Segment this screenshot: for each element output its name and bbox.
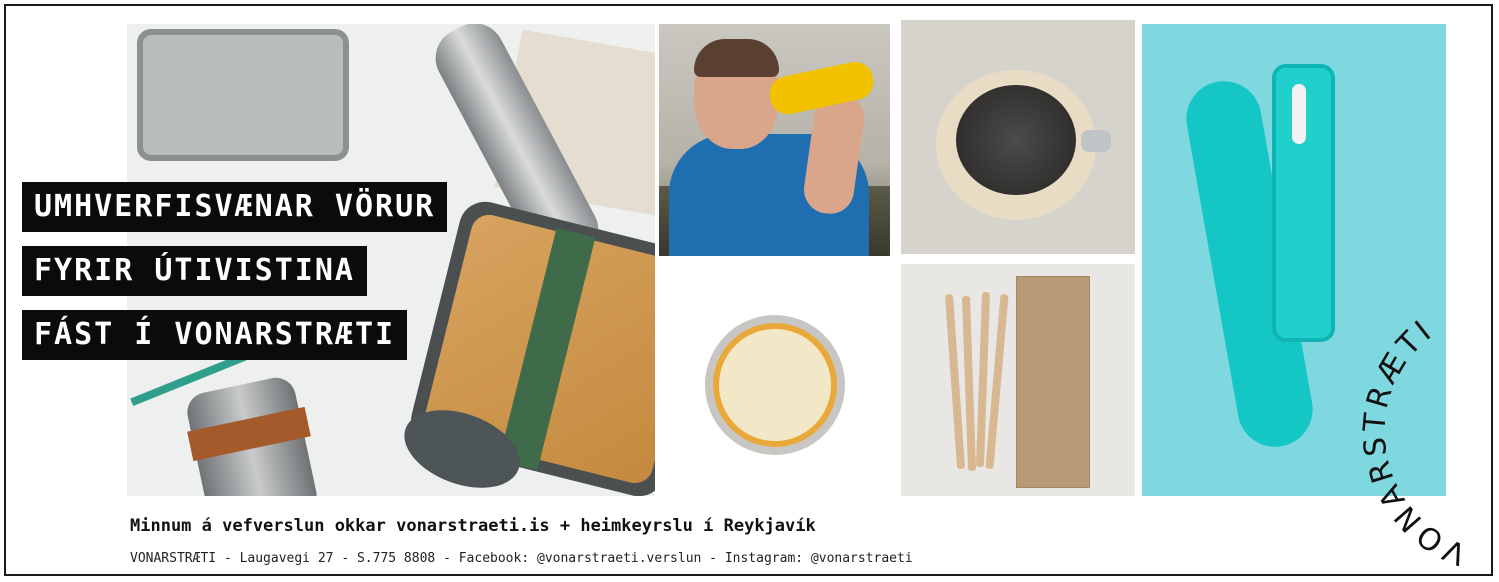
deodorant-tin-photo <box>659 264 899 496</box>
coffee-filter-photo <box>901 20 1135 254</box>
headline-line-3: FÁST Í VONARSTRÆTI <box>22 310 408 360</box>
logo-text: VONARSTRÆTI <box>1358 312 1467 566</box>
man-drinking-photo <box>659 24 890 256</box>
bamboo-toothbrush-photo <box>901 264 1135 496</box>
ad-frame: UMHVERFISVÆNAR VÖRUR FYRIR ÚTIVISTINA FÁ… <box>4 4 1493 576</box>
footer-contact-text: VONARSTRÆTI - Laugavegi 27 - S.775 8808 … <box>130 551 913 566</box>
svg-text:VONARSTRÆTI: VONARSTRÆTI <box>1358 312 1471 566</box>
headline-line-2: FYRIR ÚTIVISTINA <box>22 246 367 296</box>
vonarstraeti-logo: VONARSTRÆTI <box>1358 312 1471 566</box>
headline-line-1: UMHVERFISVÆNAR VÖRUR <box>22 182 448 232</box>
footer-webshop-text: Minnum á vefverslun okkar vonarstraeti.i… <box>130 516 816 536</box>
